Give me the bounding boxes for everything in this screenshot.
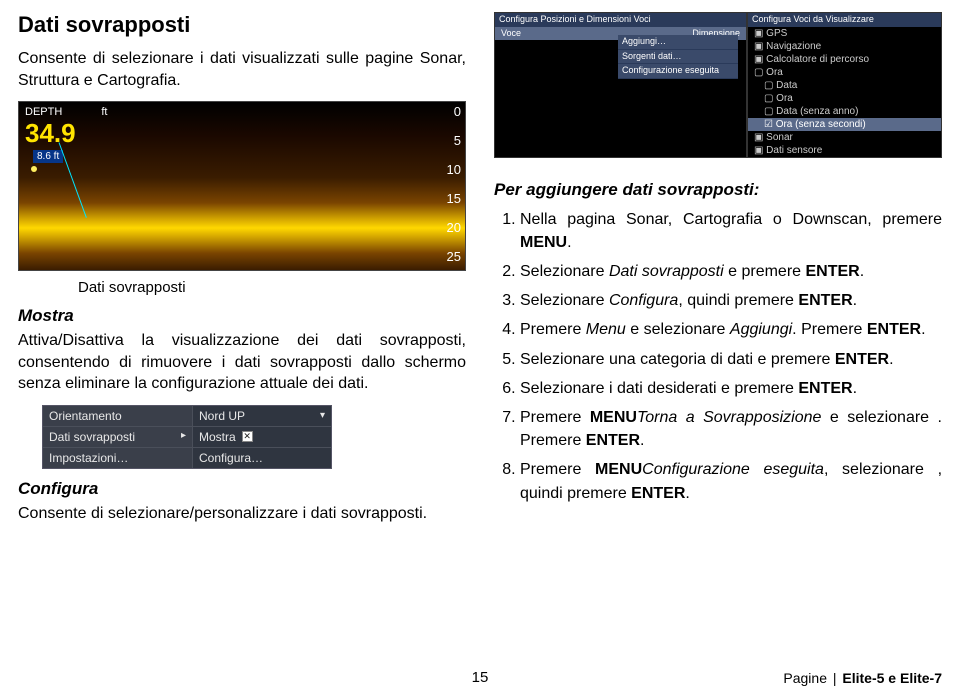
scale-val: 10 xyxy=(447,162,461,177)
action-add: Aggiungi… xyxy=(618,35,738,50)
step-item: Selezionare una categoria di dati e prem… xyxy=(520,348,942,371)
tree-item: ▣ Calcolatore di percorso xyxy=(748,53,941,66)
sonar-callout-line xyxy=(59,143,87,219)
panel-actions: Aggiungi… Sorgenti dati… Configurazione … xyxy=(618,35,738,79)
menu-label: Dati sovrapposti ▸ xyxy=(43,427,193,447)
scale-val: 20 xyxy=(447,220,461,235)
chevron-down-icon: ▾ xyxy=(320,410,325,421)
config-boxes: Configura Posizioni e Dimensioni Voci Vo… xyxy=(494,12,942,158)
tree-item: ▢ Ora xyxy=(748,66,941,79)
tree-item: ▣ Navigazione xyxy=(748,40,941,53)
sonar-scale: 0 5 10 15 20 25 xyxy=(447,102,461,270)
configura-heading: Configura xyxy=(18,479,466,499)
menu-value: Mostra ✕ xyxy=(193,427,331,447)
sonar-screenshot: DEPTH ft 34.9 8.6 ft 0 5 10 15 20 25 xyxy=(18,101,466,271)
tree-item: ▢ Data (senza anno) xyxy=(748,105,941,118)
depth-label: DEPTH xyxy=(25,106,62,118)
tree-item: ▢ Data xyxy=(748,79,941,92)
step-item: Selezionare i dati desiderati e premere … xyxy=(520,377,942,400)
step-item: Nella pagina Sonar, Cartografia o Downsc… xyxy=(520,208,942,254)
configura-para: Consente di selezionare/personalizzare i… xyxy=(18,503,466,525)
step-item: Premere Menu e selezionare Aggiungi. Pre… xyxy=(520,318,942,341)
menu-label: Impostazioni… xyxy=(43,448,193,468)
steps-heading: Per aggiungere dati sovrapposti: xyxy=(494,180,942,200)
panel-title: Configura Voci da Visualizzare xyxy=(748,13,941,27)
sonar-overlay-caption: Dati sovrapposti xyxy=(78,279,466,296)
small-depth: 8.6 ft xyxy=(33,150,63,163)
scale-val: 25 xyxy=(447,249,461,264)
menu-row: Dati sovrapposti ▸ Mostra ✕ xyxy=(43,427,331,448)
menu-row: Impostazioni… Configura… xyxy=(43,448,331,468)
step-item: Premere MENUConfigurazione eseguita, sel… xyxy=(520,458,942,504)
mostra-heading: Mostra xyxy=(18,306,466,326)
action-done: Configurazione eseguita xyxy=(618,64,738,79)
depth-value: 34.9 xyxy=(25,118,76,149)
depth-unit: ft xyxy=(101,106,107,118)
tree-item: ▣ GPS xyxy=(748,27,941,40)
scale-val: 0 xyxy=(447,104,461,119)
action-sources: Sorgenti dati… xyxy=(618,50,738,65)
menu-row: Orientamento Nord UP ▾ xyxy=(43,406,331,427)
menu-value: Configura… xyxy=(193,448,331,468)
tree-item: ☑ Ora (senza secondi) xyxy=(748,118,941,131)
menu-label: Orientamento xyxy=(43,406,193,426)
menu-screenshot: Orientamento Nord UP ▾ Dati sovrapposti … xyxy=(42,405,332,469)
tree-item: ▣ Dati sensore xyxy=(748,144,941,157)
intro-para: Consente di selezionare i dati visualizz… xyxy=(18,48,466,91)
chevron-right-icon: ▸ xyxy=(181,430,186,441)
steps-list: Nella pagina Sonar, Cartografia o Downsc… xyxy=(494,208,942,505)
config-panel-positions: Configura Posizioni e Dimensioni Voci Vo… xyxy=(494,12,747,158)
menu-value-text: Mostra xyxy=(199,430,236,444)
checkbox-icon: ✕ xyxy=(242,431,253,442)
scale-val: 15 xyxy=(447,191,461,206)
panel-title: Configura Posizioni e Dimensioni Voci xyxy=(495,13,746,27)
mostra-para: Attiva/Disattiva la visualizzazione dei … xyxy=(18,330,466,395)
step-item: Selezionare Dati sovrapposti e premere E… xyxy=(520,260,942,283)
config-panel-fields: Configura Voci da Visualizzare ▣ GPS▣ Na… xyxy=(747,12,942,158)
step-item: Selezionare Configura, quindi premere EN… xyxy=(520,289,942,312)
menu-value-text: Nord UP xyxy=(199,409,245,423)
sonar-bubble-marker xyxy=(31,166,37,172)
tree-item: ▢ Ora xyxy=(748,92,941,105)
page-number: 15 xyxy=(0,669,960,686)
section-title: Dati sovrapposti xyxy=(18,12,466,38)
tree-item: ▣ Sonar xyxy=(748,131,941,144)
menu-value: Nord UP ▾ xyxy=(193,406,331,426)
step-item: Premere MENUTorna a Sovrapposizione e se… xyxy=(520,406,942,452)
scale-val: 5 xyxy=(447,133,461,148)
tree-list: ▣ GPS▣ Navigazione▣ Calcolatore di perco… xyxy=(748,27,941,157)
menu-label-text: Dati sovrapposti xyxy=(49,430,135,444)
